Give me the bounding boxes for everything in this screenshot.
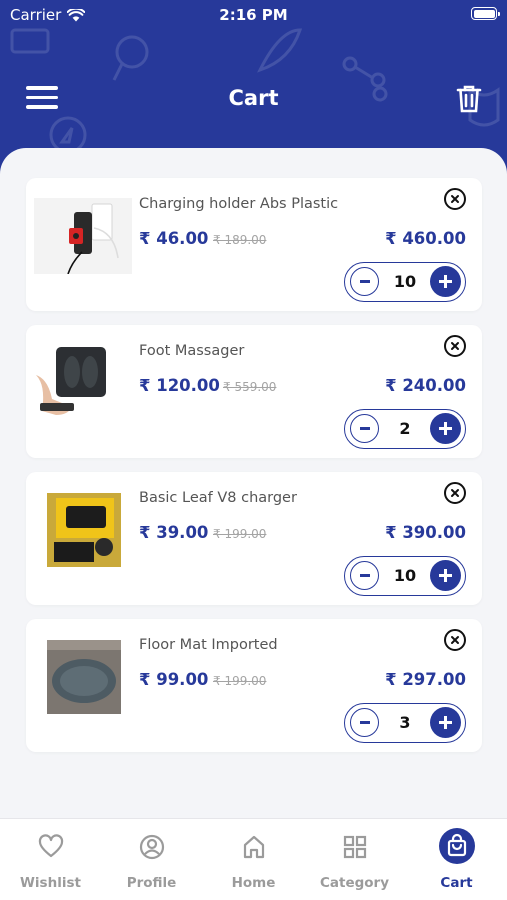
quantity-value: 10: [393, 272, 417, 291]
decrease-quantity-button[interactable]: [350, 414, 379, 443]
nav-label: Profile: [126, 875, 177, 891]
quantity-stepper: 10: [344, 262, 466, 302]
cart-item: Basic Leaf V8 charger ₹ 39.00 ₹ 199.00 ₹…: [26, 472, 482, 605]
trash-icon: [456, 85, 482, 113]
bottom-navigation: Wishlist Profile Home Category Cart: [0, 818, 507, 900]
decrease-quantity-button[interactable]: [350, 708, 379, 737]
product-price: ₹ 120.00: [139, 376, 220, 395]
quantity-value: 3: [399, 713, 411, 732]
battery-icon: [471, 7, 500, 20]
close-icon: [451, 195, 459, 203]
cart-item: Floor Mat Imported ₹ 99.00 ₹ 199.00 ₹ 29…: [26, 619, 482, 752]
nav-home[interactable]: Home: [203, 819, 304, 900]
product-price: ₹ 39.00: [139, 523, 209, 542]
line-total: ₹ 460.00: [385, 229, 466, 248]
nav-category[interactable]: Category: [304, 819, 405, 900]
close-icon: [451, 636, 459, 644]
product-mrp: ₹ 199.00: [213, 674, 267, 688]
minus-icon: [359, 721, 370, 724]
cart-item: Charging holder Abs Plastic ₹ 46.00 ₹ 18…: [26, 178, 482, 311]
increase-quantity-button[interactable]: [430, 266, 461, 297]
nav-profile[interactable]: Profile: [101, 819, 202, 900]
remove-item-button[interactable]: [444, 482, 466, 504]
product-price: ₹ 46.00: [139, 229, 209, 248]
product-image: [34, 198, 132, 274]
quantity-value: 2: [399, 419, 411, 438]
increase-quantity-button[interactable]: [430, 413, 461, 444]
increase-quantity-button[interactable]: [430, 707, 461, 738]
quantity-stepper: 3: [344, 703, 466, 743]
cart-item: Foot Massager ₹ 120.00 ₹ 559.00 ₹ 240.00…: [26, 325, 482, 458]
close-icon: [451, 342, 459, 350]
user-circle-icon: [139, 834, 164, 860]
remove-item-button[interactable]: [444, 188, 466, 210]
product-price: ₹ 99.00: [139, 670, 209, 689]
clear-cart-button[interactable]: [455, 84, 483, 114]
product-mrp: ₹ 199.00: [213, 527, 267, 541]
nav-label: Cart: [440, 875, 473, 891]
grid-icon: [343, 835, 366, 859]
line-total: ₹ 297.00: [385, 670, 466, 689]
product-mrp: ₹ 559.00: [223, 380, 277, 394]
increase-quantity-button[interactable]: [430, 560, 461, 591]
product-mrp: ₹ 189.00: [213, 233, 267, 247]
quantity-value: 10: [393, 566, 417, 585]
product-image: [34, 345, 132, 421]
clock: 2:16 PM: [219, 6, 288, 24]
decrease-quantity-button[interactable]: [350, 561, 379, 590]
remove-item-button[interactable]: [444, 629, 466, 651]
product-name: Charging holder Abs Plastic: [139, 196, 339, 212]
minus-icon: [359, 280, 370, 283]
nav-label: Wishlist: [20, 875, 81, 891]
nav-label: Category: [319, 875, 390, 891]
home-icon: [243, 835, 264, 859]
heart-icon: [38, 834, 63, 858]
product-image: [34, 639, 132, 715]
nav-cart[interactable]: Cart: [406, 819, 507, 900]
line-total: ₹ 390.00: [385, 523, 466, 542]
product-image: [34, 492, 132, 568]
shopping-bag-icon: [438, 828, 475, 864]
quantity-stepper: 2: [344, 409, 466, 449]
cart-list: Charging holder Abs Plastic ₹ 46.00 ₹ 18…: [0, 148, 507, 818]
line-total: ₹ 240.00: [385, 376, 466, 395]
decrease-quantity-button[interactable]: [350, 267, 379, 296]
quantity-stepper: 10: [344, 556, 466, 596]
product-name: Basic Leaf V8 charger: [139, 490, 297, 506]
close-icon: [451, 489, 459, 497]
nav-label: Home: [231, 875, 276, 891]
nav-wishlist[interactable]: Wishlist: [0, 819, 101, 900]
remove-item-button[interactable]: [444, 335, 466, 357]
status-bar: Carrier 2:16 PM: [0, 0, 507, 30]
product-name: Foot Massager: [139, 343, 245, 359]
page-title: Cart: [228, 86, 279, 110]
minus-icon: [359, 574, 370, 577]
product-name: Floor Mat Imported: [139, 637, 278, 653]
minus-icon: [359, 427, 370, 430]
